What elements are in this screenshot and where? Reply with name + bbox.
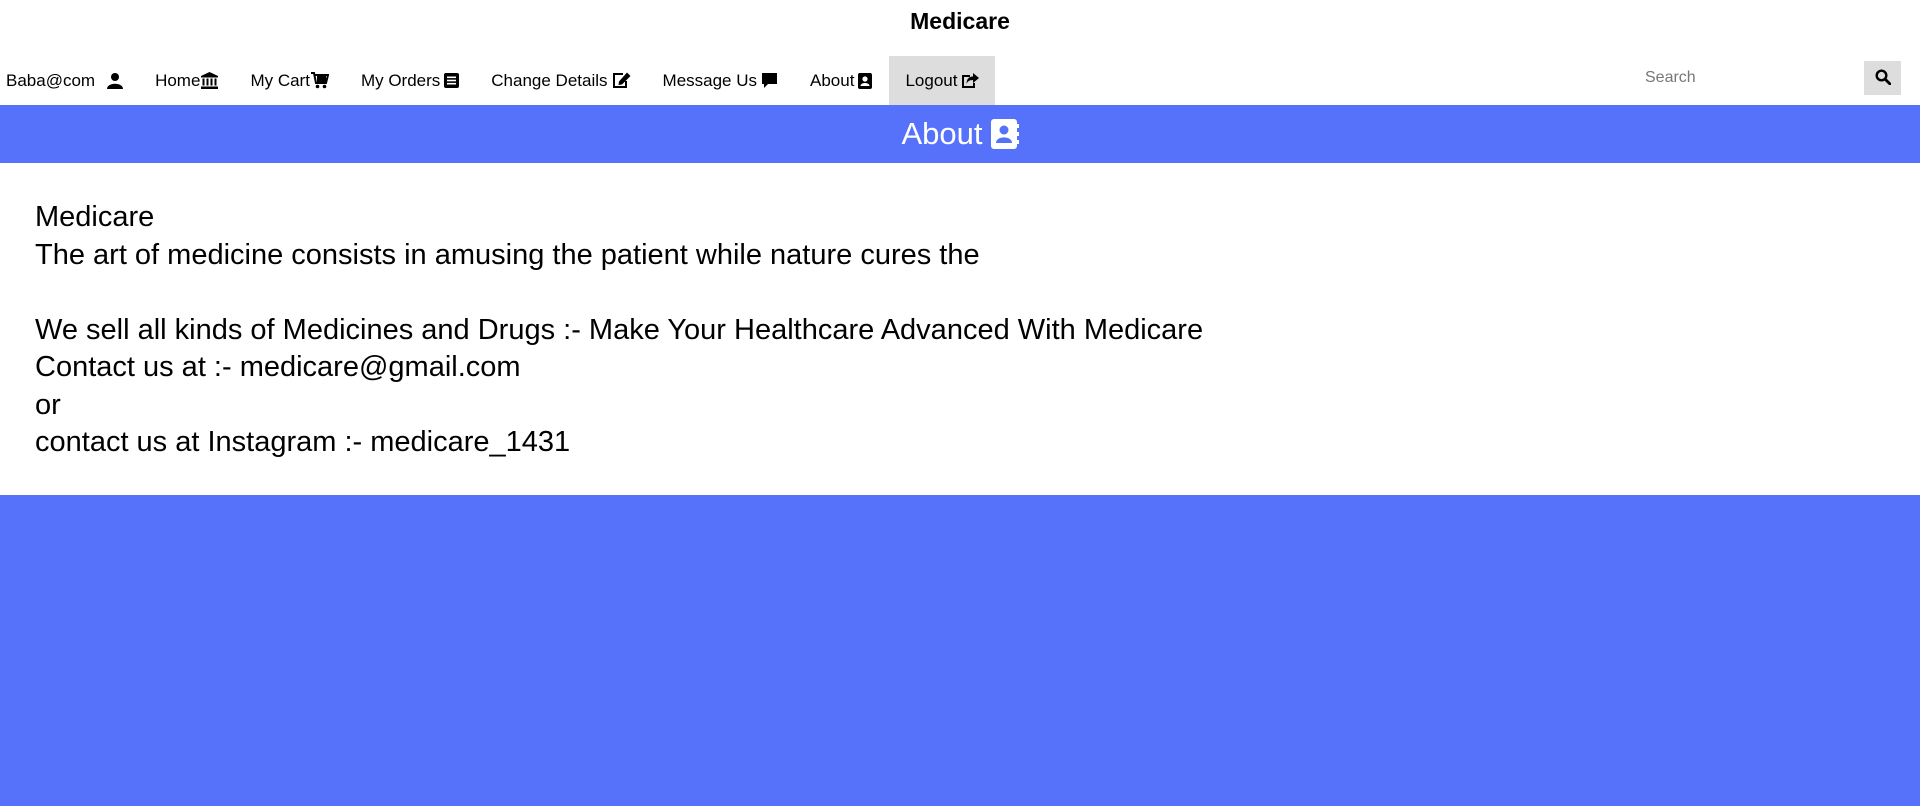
about-header: About: [0, 105, 1920, 163]
search-icon: [1874, 68, 1891, 88]
nav-item-change-details[interactable]: Change Details: [475, 56, 646, 105]
cart-icon: [310, 72, 329, 89]
nav-item-label: Change Details: [491, 70, 608, 90]
nav-item-my-orders[interactable]: My Orders: [345, 56, 475, 105]
user-icon: [107, 72, 124, 89]
nav-user-label: Baba@com: [6, 70, 96, 90]
nav-item-label: My Cart: [250, 70, 310, 90]
about-header-title: About: [901, 116, 983, 151]
nav-item-message-us[interactable]: Message Us: [647, 56, 794, 105]
nav-item-logout[interactable]: Logout: [889, 56, 996, 105]
about-line: We sell all kinds of Medicines and Drugs…: [35, 313, 1204, 346]
nav-item-about[interactable]: About: [794, 56, 889, 105]
contact-card-icon: [858, 72, 873, 89]
nav-item-label: Home: [155, 70, 201, 90]
search-input[interactable]: [1628, 61, 1864, 95]
about-line: Medicare: [35, 201, 155, 233]
site-title: Medicare: [910, 8, 1010, 34]
search-button[interactable]: [1864, 61, 1901, 95]
about-line: Contact us at :- medicare@gmail.com: [35, 351, 521, 383]
nav-item-label: About: [810, 70, 855, 90]
bank-icon: [201, 72, 219, 89]
list-alt-icon: [444, 73, 460, 88]
about-line: The art of medicine consists in amusing …: [35, 238, 980, 271]
about-line: or: [35, 388, 61, 421]
nav-item-my-cart[interactable]: My Cart: [234, 56, 345, 105]
about-content: Medicare The art of medicine consists in…: [0, 163, 1920, 495]
nav-user-account[interactable]: Baba@com: [0, 56, 139, 105]
share-out-icon: [961, 72, 980, 89]
edit-icon: [612, 72, 631, 89]
nav-item-home[interactable]: Home: [139, 56, 234, 105]
about-line-blank: [35, 274, 1920, 312]
search-bar: [1628, 61, 1901, 95]
nav-item-label: Logout: [905, 70, 958, 90]
about-line: contact us at Instagram :- medicare_1431: [35, 426, 571, 458]
comment-icon: [761, 72, 778, 89]
contact-card-icon: [990, 119, 1019, 149]
nav-item-label: Message Us: [662, 70, 758, 90]
main-nav: Baba@com Home My Cart My Orders Change D: [0, 56, 996, 105]
top-bar: Medicare Baba@com Home My Cart My Orders: [0, 0, 1920, 105]
nav-item-label: My Orders: [360, 70, 441, 90]
